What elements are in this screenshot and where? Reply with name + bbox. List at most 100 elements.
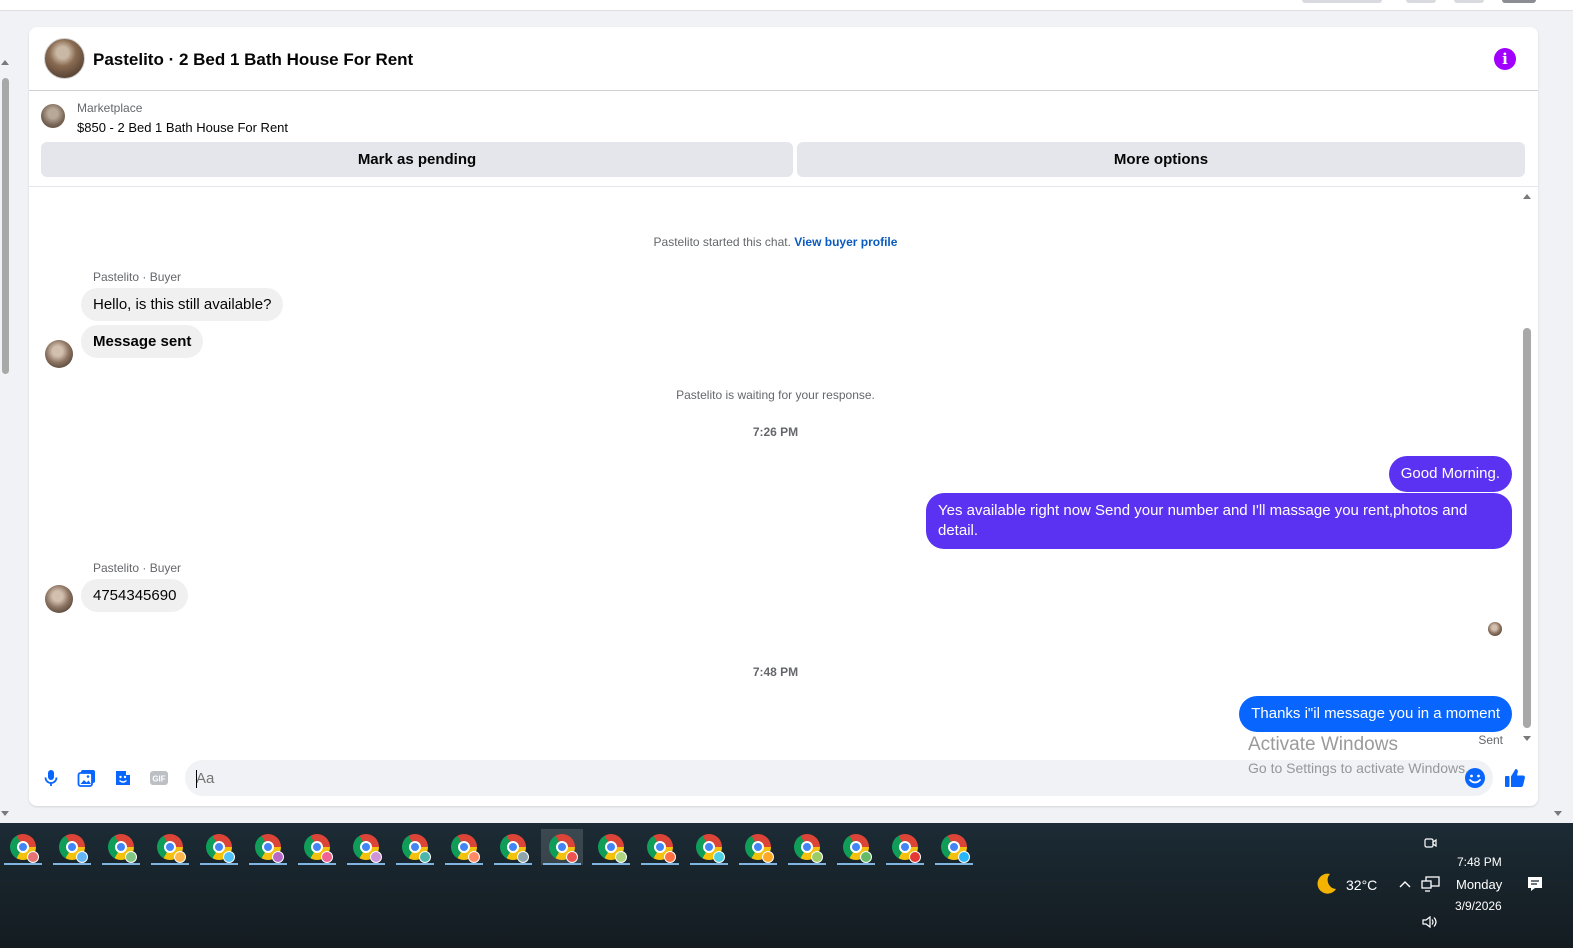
scroll-up-arrow[interactable] xyxy=(1,60,9,65)
view-buyer-profile-link[interactable]: View buyer profile xyxy=(794,235,897,249)
taskbar-chrome-profile-8[interactable] xyxy=(345,829,387,865)
scrollbar-thumb[interactable] xyxy=(2,78,9,374)
mark-as-pending-button[interactable]: Mark as pending xyxy=(41,142,793,177)
taskbar-chrome-profile-7[interactable] xyxy=(296,829,338,865)
profile-badge-icon xyxy=(909,851,921,863)
page-scrollbar[interactable] xyxy=(0,60,12,822)
browser-top-strip xyxy=(0,0,1573,11)
sticker-icon[interactable] xyxy=(113,768,133,788)
chrome-icon xyxy=(647,834,676,863)
chrome-icon xyxy=(353,834,382,863)
taskbar-chrome-profile-14[interactable] xyxy=(639,829,681,865)
incoming-message[interactable]: Message sent xyxy=(81,325,204,358)
read-receipt-avatar xyxy=(1488,622,1502,636)
taskbar-chrome-profile-12[interactable] xyxy=(541,829,583,865)
chrome-icon xyxy=(549,834,578,863)
running-indicator xyxy=(837,863,875,865)
chrome-icon xyxy=(206,834,235,863)
chrome-icon xyxy=(500,834,529,863)
running-indicator xyxy=(4,863,42,865)
profile-badge-icon xyxy=(762,851,774,863)
profile-badge-icon xyxy=(468,851,480,863)
scrollbar-thumb[interactable] xyxy=(1523,328,1531,728)
chat-started-notice: Pastelito started this chat. View buyer … xyxy=(29,235,1522,249)
chrome-icon xyxy=(451,834,480,863)
buyer-avatar[interactable] xyxy=(45,340,73,368)
meet-now-icon[interactable] xyxy=(1422,835,1438,851)
chat-started-text: Pastelito started this chat. xyxy=(653,235,791,249)
taskbar-chrome-profile-17[interactable] xyxy=(786,829,828,865)
thumbs-up-icon[interactable] xyxy=(1503,766,1527,790)
outgoing-message[interactable]: Good Morning. xyxy=(1388,456,1512,492)
more-options-button[interactable]: More options xyxy=(797,142,1525,177)
chrome-icon xyxy=(696,834,725,863)
listing-title[interactable]: $850 - 2 Bed 1 Bath House For Rent xyxy=(77,120,288,135)
volume-icon[interactable] xyxy=(1421,914,1439,930)
clock-date[interactable]: 3/9/2026 xyxy=(1455,899,1502,913)
emoji-icon[interactable] xyxy=(1464,767,1486,789)
taskbar-chrome-profile-10[interactable] xyxy=(443,829,485,865)
gif-icon[interactable]: GIF xyxy=(149,768,169,788)
running-indicator xyxy=(151,863,189,865)
chrome-icon xyxy=(598,834,627,863)
buyer-avatar[interactable] xyxy=(45,585,73,613)
taskbar-chrome-profile-13[interactable] xyxy=(590,829,632,865)
scroll-down-arrow[interactable] xyxy=(1523,736,1531,741)
clock-time[interactable]: 7:48 PM xyxy=(1457,855,1502,869)
taskbar-chrome-profile-1[interactable] xyxy=(2,829,44,865)
outgoing-message[interactable]: Thanks i"il message you in a moment xyxy=(1239,696,1512,732)
message-list-scrollbar[interactable] xyxy=(1522,188,1534,748)
chrome-icon xyxy=(59,834,88,863)
taskbar-chrome-profile-19[interactable] xyxy=(884,829,926,865)
moon-icon[interactable] xyxy=(1313,871,1339,897)
taskbar-chrome-profile-15[interactable] xyxy=(688,829,730,865)
running-indicator xyxy=(543,863,581,865)
running-indicator xyxy=(886,863,924,865)
taskbar-chrome-profile-16[interactable] xyxy=(737,829,779,865)
chrome-icon xyxy=(843,834,872,863)
photo-icon[interactable] xyxy=(77,768,97,788)
top-icon-fragment xyxy=(1406,0,1436,3)
clock-day[interactable]: Monday xyxy=(1456,877,1502,892)
message-input[interactable] xyxy=(185,760,1493,796)
taskbar-chrome-profile-9[interactable] xyxy=(394,829,436,865)
scroll-down-arrow[interactable] xyxy=(1,811,9,816)
taskbar-chrome-profile-11[interactable] xyxy=(492,829,534,865)
waiting-notice: Pastelito is waiting for your response. xyxy=(676,388,875,402)
profile-badge-icon xyxy=(713,851,725,863)
chrome-icon xyxy=(157,834,186,863)
listing-avatar[interactable] xyxy=(44,38,85,79)
running-indicator xyxy=(347,863,385,865)
running-indicator xyxy=(249,863,287,865)
top-avatar-fragment xyxy=(1502,0,1536,3)
taskbar-chrome-profile-18[interactable] xyxy=(835,829,877,865)
text-caret xyxy=(196,770,197,788)
running-indicator xyxy=(592,863,630,865)
incoming-message[interactable]: Hello, is this still available? xyxy=(81,288,284,321)
outgoing-message[interactable]: Yes available right now Send your number… xyxy=(926,493,1512,549)
incoming-message[interactable]: 4754345690 xyxy=(81,579,189,612)
taskbar-chrome-profile-5[interactable] xyxy=(198,829,240,865)
listing-thumbnail[interactable] xyxy=(41,104,65,128)
chat-title[interactable]: Pastelito · 2 Bed 1 Bath House For Rent xyxy=(93,50,413,70)
weather-temperature[interactable]: 32°C xyxy=(1346,877,1377,893)
taskbar-chrome-profile-6[interactable] xyxy=(247,829,289,865)
taskbar-chrome-profile-4[interactable] xyxy=(149,829,191,865)
network-icon[interactable] xyxy=(1421,876,1441,892)
chrome-icon xyxy=(108,834,137,863)
taskbar-chrome-profile-20[interactable] xyxy=(933,829,975,865)
profile-badge-icon xyxy=(860,851,872,863)
microphone-icon[interactable] xyxy=(41,768,61,788)
scroll-up-arrow[interactable] xyxy=(1523,194,1531,199)
chevron-up-icon[interactable] xyxy=(1398,878,1412,890)
taskbar-chrome-profile-2[interactable] xyxy=(51,829,93,865)
message-timestamp: 7:48 PM xyxy=(752,665,799,679)
profile-badge-icon xyxy=(174,851,186,863)
top-toolbar-fragment xyxy=(1302,0,1382,3)
chrome-icon xyxy=(304,834,333,863)
taskbar-chrome-profile-3[interactable] xyxy=(100,829,142,865)
windows-taskbar: 32°C 7:48 PM Monday 3/9/2026 xyxy=(0,823,1573,948)
scroll-down-arrow[interactable] xyxy=(1554,811,1562,816)
notifications-icon[interactable] xyxy=(1526,875,1544,893)
info-icon[interactable]: i xyxy=(1494,48,1516,70)
